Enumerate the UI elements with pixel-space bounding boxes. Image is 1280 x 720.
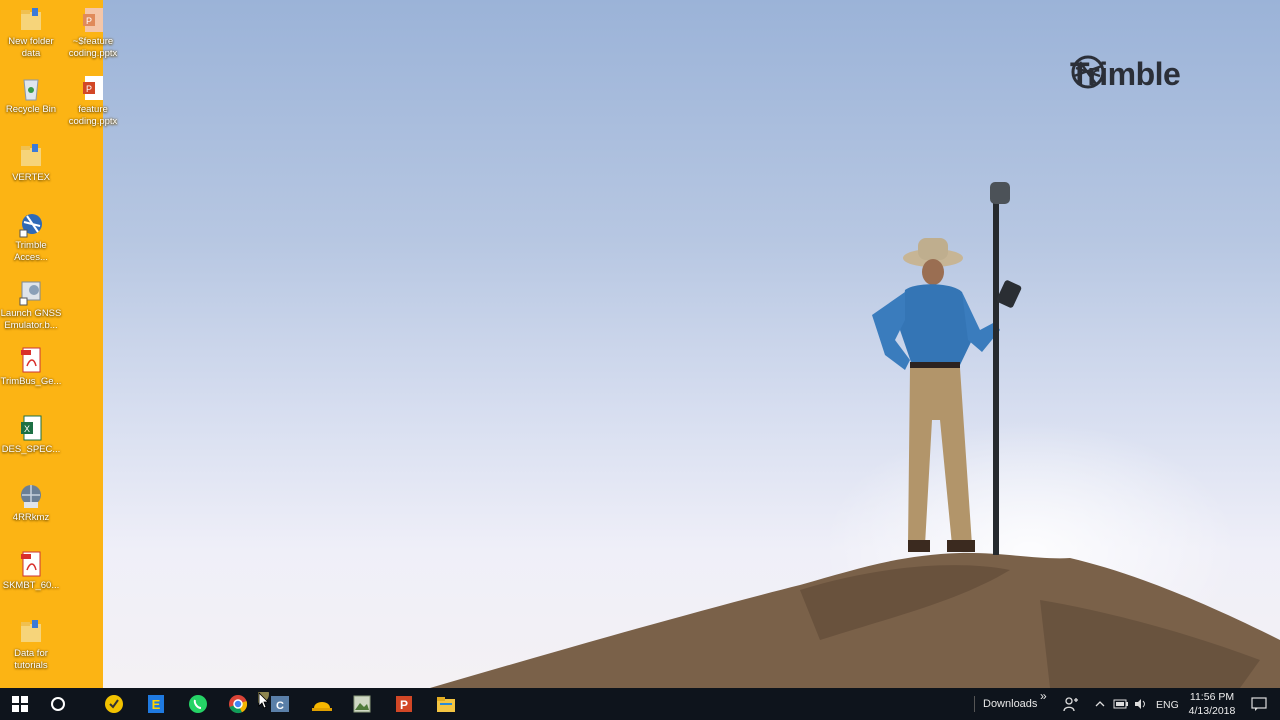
edge-app-icon: E	[148, 695, 164, 713]
tray-divider	[974, 696, 975, 712]
speaker-icon	[1135, 699, 1145, 709]
desktop-icon-vertex[interactable]: VERTEX	[0, 142, 62, 184]
folder-icon	[21, 620, 41, 642]
folder-icon	[21, 144, 41, 166]
shortcut-icon	[19, 281, 41, 306]
hardhat-app-icon	[312, 702, 332, 711]
svg-text:P: P	[400, 698, 408, 712]
taskbar-file-explorer[interactable]	[426, 688, 466, 720]
svg-text:P: P	[86, 16, 92, 26]
norton-app-icon	[105, 695, 123, 713]
search-button[interactable]	[38, 688, 78, 720]
desktop-icon-des-spec[interactable]: X DES_SPEC...	[0, 414, 62, 456]
pptx-file-icon: P	[83, 76, 103, 100]
chevron-up-icon	[1095, 701, 1105, 707]
desktop-icon-skmbt-pdf[interactable]: SKMBT_60...	[0, 550, 62, 592]
taskbar-norton[interactable]	[94, 688, 134, 720]
desktop-wallpaper: Trimble	[0, 0, 1280, 688]
kmz-file-icon	[21, 485, 41, 508]
pdf-file-icon	[21, 347, 41, 373]
battery-button[interactable]	[1110, 688, 1132, 720]
svg-text:E: E	[152, 697, 161, 712]
downloads-toolbar[interactable]: Downloads	[983, 698, 1037, 710]
desktop-icon-data-for-tutorials[interactable]: Data for tutorials	[0, 618, 62, 672]
taskbar: E C P Downloads » ENG 11:56 PM 4/13/2018	[0, 688, 1280, 720]
desktop-icon-strip: New folder data P ~$feature coding.pptx …	[0, 0, 117, 688]
photos-app-icon	[353, 695, 371, 713]
people-icon	[1063, 697, 1078, 712]
mouse-cursor-icon	[258, 692, 269, 709]
wallpaper-scene	[430, 182, 1280, 688]
desktop-icon-launch-gnss-emulator[interactable]: Launch GNSS Emulator.b...	[0, 278, 62, 332]
folder-icon	[21, 8, 41, 30]
desktop-icon-trimbus-pdf[interactable]: TrimBus_Ge...	[0, 346, 62, 388]
desktop-icon-4rrkmz[interactable]: 4RRkmz	[0, 482, 62, 524]
file-explorer-app-icon	[437, 697, 455, 712]
desktop-icon-recycle-bin[interactable]: Recycle Bin	[0, 74, 62, 116]
svg-text:X: X	[24, 424, 30, 434]
svg-text:C: C	[276, 700, 284, 712]
clock-date: 4/13/2018	[1188, 705, 1236, 717]
downloads-chevron[interactable]: »	[1040, 689, 1047, 703]
windows-start-icon	[12, 696, 28, 712]
chrome-app-icon	[229, 695, 248, 714]
taskbar-hardhat[interactable]	[302, 688, 342, 720]
pptx-file-icon: P	[83, 8, 103, 32]
input-language[interactable]: ENG	[1156, 699, 1179, 711]
recycle-bin-icon	[23, 79, 39, 101]
trimble-logo: Trimble	[1070, 54, 1181, 94]
taskbar-photos[interactable]	[342, 688, 382, 720]
taskbar-chrome[interactable]	[218, 688, 258, 720]
desktop-icon-trimble-access[interactable]: Trimble Acces...	[0, 210, 62, 264]
pdf-file-icon	[21, 551, 41, 577]
trimble-globe-icon	[1071, 55, 1105, 89]
system-clock[interactable]: 11:56 PM 4/13/2018	[1184, 690, 1240, 718]
business-center-app-icon: C	[271, 696, 289, 712]
clock-time: 11:56 PM	[1189, 691, 1235, 703]
trimble-access-icon	[19, 214, 42, 238]
taskbar-powerpoint[interactable]: P	[384, 688, 424, 720]
people-button[interactable]	[1058, 688, 1084, 720]
start-button[interactable]	[0, 688, 40, 720]
cortana-circle-icon	[51, 697, 65, 711]
desktop-icon-new-folder-data[interactable]: New folder data	[0, 6, 62, 60]
surveyor-figure	[872, 182, 1022, 555]
desktop-icon-temp-feature-coding[interactable]: P ~$feature coding.pptx	[62, 6, 124, 60]
show-hidden-icons-button[interactable]	[1090, 688, 1110, 720]
battery-icon	[1113, 699, 1128, 709]
action-center-button[interactable]	[1244, 688, 1274, 720]
excel-file-icon: X	[21, 415, 42, 441]
powerpoint-app-icon: P	[396, 696, 412, 712]
taskbar-edge[interactable]: E	[136, 688, 176, 720]
whatsapp-app-icon	[189, 695, 207, 713]
taskbar-whatsapp[interactable]	[178, 688, 218, 720]
notification-icon	[1251, 697, 1267, 711]
desktop-icon-feature-coding[interactable]: P feature coding.pptx	[62, 74, 124, 128]
volume-button[interactable]	[1131, 688, 1151, 720]
svg-text:P: P	[86, 84, 92, 94]
